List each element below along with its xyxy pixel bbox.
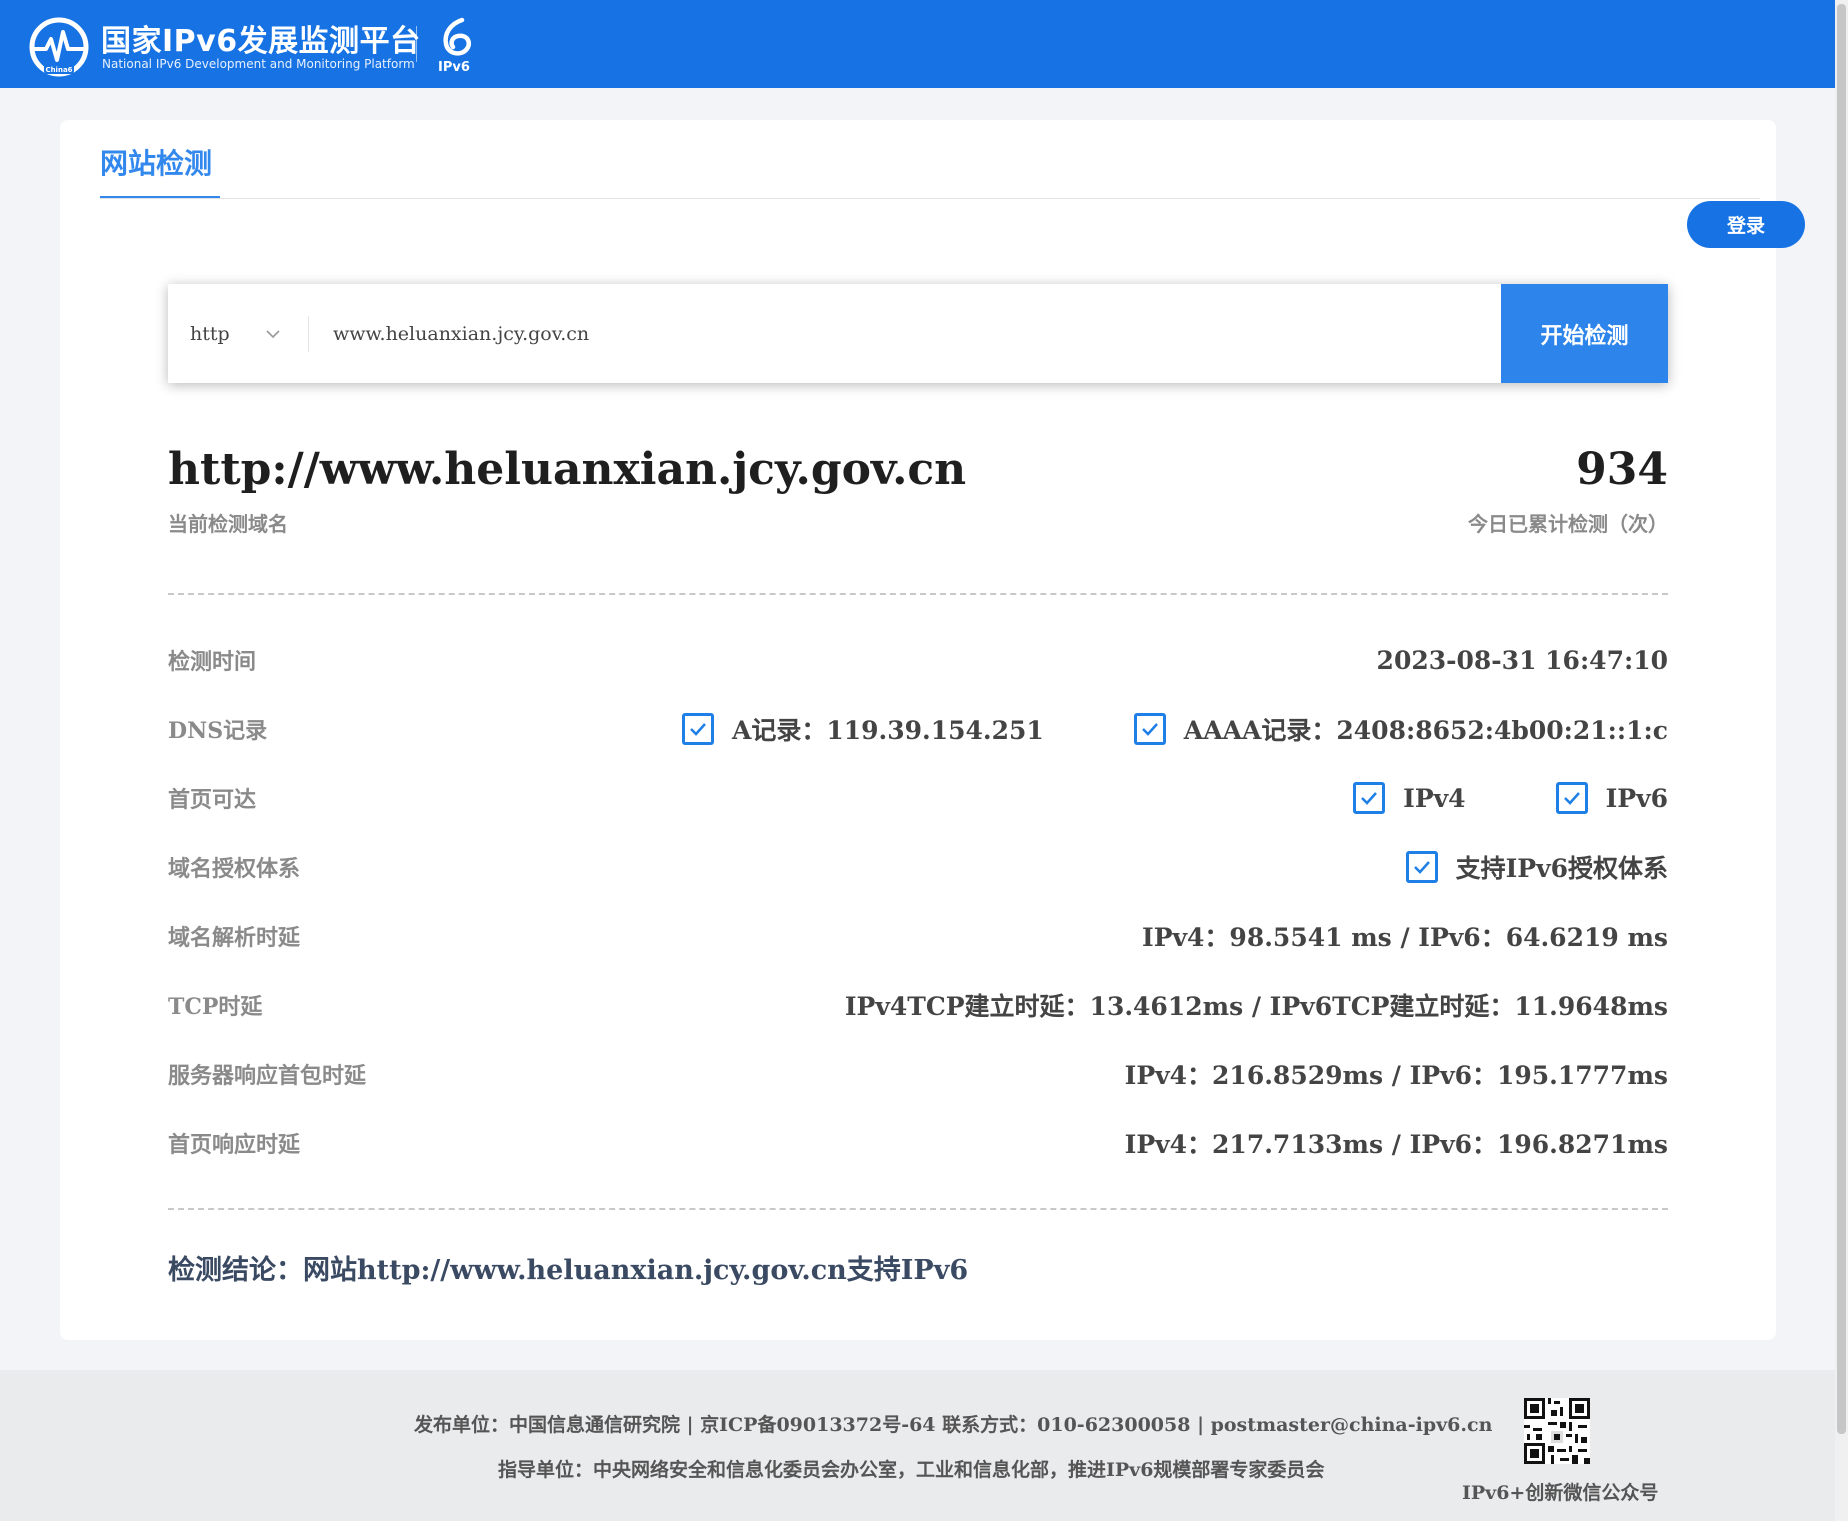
check-conclusion: 检测结论：网站http://www.heluanxian.jcy.gov.cn支… [168,1255,969,1286]
check-label: IPv4 [1403,783,1466,813]
platform-title[interactable]: 国家IPv6发展监测平台 [101,16,421,60]
checkbox-checked[interactable] [1353,782,1386,814]
page-footer: 发布单位：中国信息通信研究院 | 京ICP备09013372号-64 联系方式：… [0,1370,1835,1521]
row-label: 检测时间 [168,649,257,675]
tab-website-check[interactable]: 网站检测 [100,142,212,182]
checkbox-checked[interactable] [1405,851,1438,883]
dashed-divider [168,593,1668,595]
checked-domain-label: 当前检测域名 [168,512,288,536]
top-header: China6 国家IPv6发展监测平台 National IPv6 Develo… [0,0,1835,88]
check-item: 支持IPv6授权体系 [1405,849,1668,885]
check-item: A记录：119.39.154.251 [681,711,1044,747]
checked-domain: http://www.heluanxian.jcy.gov.cn [168,444,967,495]
row-value: IPv4：216.8529ms / IPv6：195.1777ms [1124,1061,1668,1090]
qr-caption: IPv6+创新微信公众号 [1462,1482,1659,1504]
row-label: 首页响应时延 [168,1132,301,1158]
row-label: DNS记录 [168,718,268,744]
checkbox-checked[interactable] [1555,782,1588,814]
svg-text:China6: China6 [45,66,72,74]
search-separator [308,316,309,352]
ipv6-badge-label: IPv6 [438,60,470,75]
search-bar: http 开始检测 [168,284,1668,383]
row-value: A记录：119.39.154.251 AAAA记录：2408:8652:4b00… [681,709,1668,749]
chevron-down-icon[interactable] [264,325,282,343]
check-item: IPv6 [1555,782,1668,814]
row-dns-latency: 域名解析时延 IPv4：98.5541 ms / IPv6：64.6219 ms [168,916,1668,956]
domain-input[interactable] [333,284,1433,383]
ipv6-swirl-icon [443,17,471,56]
check-icon [690,723,706,736]
check-label: IPv6 [1605,783,1668,813]
check-icon [1413,861,1430,874]
dashed-divider [168,1208,1668,1210]
row-value: 2023-08-31 16:47:10 [1376,645,1668,675]
row-dns-records: DNS记录 A记录：119.39.154.251 AAAA记录：2408:865… [168,709,1668,749]
check-count-label: 今日已累计检测（次） [1468,512,1668,536]
tab-divider [100,198,1760,199]
check-icon [1141,723,1158,736]
row-domain-authorization: 域名授权体系 支持IPv6授权体系 [168,847,1668,887]
checkbox-checked[interactable] [1133,713,1166,745]
login-button[interactable]: 登录 [1687,201,1805,248]
logo-divider [416,26,417,62]
row-first-packet-latency: 服务器响应首包时延 IPv4：216.8529ms / IPv6：195.177… [168,1054,1668,1094]
row-homepage-latency: 首页响应时延 IPv4：217.7133ms / IPv6：196.8271ms [168,1123,1668,1163]
row-homepage-reachable: 首页可达 IPv4 IPv6 [168,778,1668,818]
row-label: 域名授权体系 [168,856,301,882]
row-value: IPv4：98.5541 ms / IPv6：64.6219 ms [1142,923,1668,952]
checkbox-checked[interactable] [681,713,714,745]
row-label: 服务器响应首包时延 [168,1063,367,1089]
footer-publisher-info: 发布单位：中国信息通信研究院 | 京ICP备09013372号-64 联系方式：… [414,1414,1493,1436]
check-icon [1361,792,1378,805]
check-label: 支持IPv6授权体系 [1455,854,1668,883]
start-check-button[interactable]: 开始检测 [1501,284,1668,383]
page-scrollbar[interactable] [1835,0,1848,1521]
check-item: AAAA记录：2408:8652:4b00:21::1:c [1133,711,1668,747]
check-icon [1563,792,1580,805]
protocol-value: http [190,322,230,345]
row-value: 支持IPv6授权体系 [1405,847,1668,887]
row-label: TCP时延 [168,994,263,1020]
check-count: 934 [1576,444,1668,495]
check-label: AAAA记录：2408:8652:4b00:21::1:c [1183,716,1668,745]
footer-guidance-info: 指导单位：中央网络安全和信息化委员会办公室，工业和信息化部，推进IPv6规模部署… [498,1459,1325,1481]
row-tcp-latency: TCP时延 IPv4TCP建立时延：13.4612ms / IPv6TCP建立时… [168,985,1668,1025]
qr-code-icon [1524,1398,1590,1464]
row-check-time: 检测时间 2023-08-31 16:47:10 [168,640,1668,680]
platform-subtitle: National IPv6 Development and Monitoring… [102,57,415,71]
check-label: A记录：119.39.154.251 [731,716,1044,745]
heartbeat-globe-icon[interactable]: China6 [28,16,90,78]
row-label: 域名解析时延 [168,925,301,951]
scrollbar-thumb[interactable] [1837,4,1846,1434]
row-value: IPv4TCP建立时延：13.4612ms / IPv6TCP建立时延：11.9… [844,992,1668,1021]
row-value: IPv4 IPv6 [1353,778,1668,818]
row-label: 首页可达 [168,787,257,813]
check-item: IPv4 [1353,782,1466,814]
row-value: IPv4：217.7133ms / IPv6：196.8271ms [1124,1130,1668,1159]
